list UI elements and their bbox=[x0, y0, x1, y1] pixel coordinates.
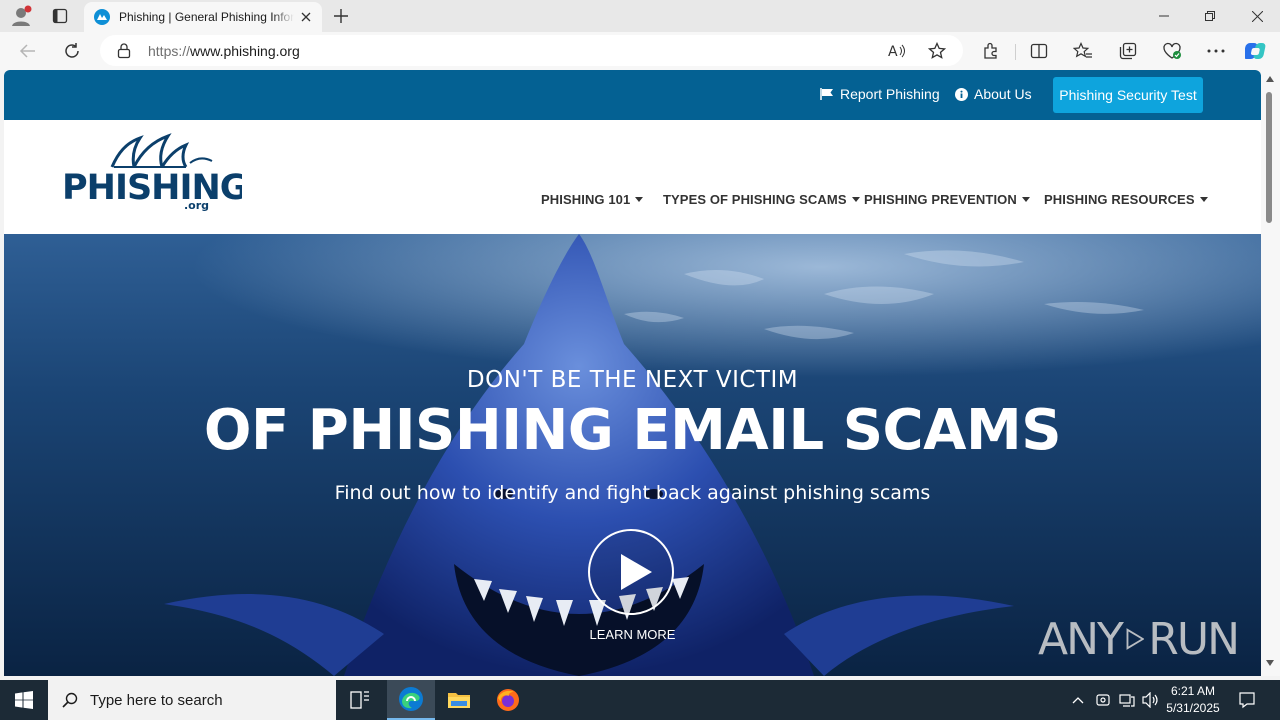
notifications-icon[interactable] bbox=[1237, 690, 1257, 710]
profile-icon[interactable] bbox=[9, 4, 33, 28]
task-view-icon bbox=[350, 691, 369, 709]
watermark-play-icon bbox=[1126, 628, 1145, 650]
close-icon bbox=[1251, 10, 1263, 22]
volume-icon[interactable] bbox=[1141, 690, 1161, 710]
back-arrow-icon bbox=[19, 44, 35, 58]
nav-label: PHISHING 101 bbox=[541, 192, 631, 207]
taskbar-search-box[interactable]: Type here to search bbox=[48, 680, 336, 720]
clock-date: 5/31/2025 bbox=[1166, 701, 1220, 715]
minimize-button[interactable] bbox=[1141, 0, 1187, 32]
folder-icon bbox=[448, 693, 470, 708]
caret-down-icon bbox=[851, 197, 860, 202]
split-screen-icon[interactable] bbox=[1027, 39, 1051, 63]
logo-wordmark: PHISHING bbox=[62, 168, 242, 208]
tab-strip: Phishing | General Phishing Information bbox=[0, 0, 1280, 32]
nav-label: PHISHING RESOURCES bbox=[1044, 192, 1195, 207]
clock-time: 6:21 AM bbox=[1170, 684, 1216, 698]
tab-title: Phishing | General Phishing Information bbox=[119, 10, 294, 24]
watermark-text-left: ANY bbox=[1038, 613, 1124, 665]
hero-headline: OF PHISHING EMAIL SCAMS bbox=[203, 398, 1062, 463]
report-phishing-link[interactable]: Report Phishing bbox=[820, 86, 940, 102]
site-favicon-icon bbox=[94, 9, 110, 25]
lock-icon[interactable] bbox=[117, 43, 131, 59]
scroll-up-icon[interactable] bbox=[1266, 76, 1274, 82]
refresh-icon bbox=[65, 43, 79, 58]
page-scrollbar[interactable] bbox=[1261, 70, 1280, 676]
taskbar-clock[interactable]: 6:21 AM 5/31/2025 bbox=[1160, 683, 1226, 717]
meet-now-icon[interactable] bbox=[1093, 690, 1113, 710]
anyrun-watermark: ANY RUN bbox=[1038, 607, 1240, 671]
new-tab-button[interactable] bbox=[330, 5, 352, 27]
site-header: PHISHING .org PHISHING 101 TYPES OF PHIS… bbox=[4, 120, 1261, 234]
hero-subline: Find out how to identify and fight back … bbox=[334, 482, 931, 504]
nav-types-of-phishing-scams[interactable]: TYPES OF PHISHING SCAMS bbox=[663, 192, 860, 207]
about-us-link[interactable]: About Us bbox=[955, 86, 1032, 102]
network-icon[interactable] bbox=[1117, 690, 1137, 710]
nav-phishing-prevention[interactable]: PHISHING PREVENTION bbox=[864, 192, 1030, 207]
task-view-button[interactable] bbox=[336, 680, 384, 720]
flag-icon bbox=[820, 88, 833, 100]
restore-icon bbox=[1205, 11, 1215, 21]
extensions-icon[interactable] bbox=[979, 39, 1003, 63]
page-viewport: Report Phishing About Us Phishing Securi… bbox=[4, 70, 1261, 676]
address-bar[interactable]: https://www.phishing.org A bbox=[100, 35, 963, 66]
nav-phishing-resources[interactable]: PHISHING RESOURCES bbox=[1044, 192, 1208, 207]
about-us-label: About Us bbox=[974, 86, 1032, 102]
scrollbar-thumb[interactable] bbox=[1266, 92, 1272, 223]
restore-button[interactable] bbox=[1187, 0, 1233, 32]
phishing-security-test-button[interactable]: Phishing Security Test bbox=[1053, 77, 1203, 113]
plus-icon bbox=[334, 9, 348, 23]
browser-toolbar: https://www.phishing.org A bbox=[0, 32, 1280, 70]
taskbar-file-explorer-app[interactable] bbox=[435, 680, 483, 720]
taskbar-firefox-app[interactable] bbox=[484, 680, 532, 720]
url-scheme: https:// bbox=[148, 43, 191, 59]
windows-taskbar: Type here to search 6:21 AM 5/31/2025 bbox=[0, 680, 1280, 720]
logo-tld: .org bbox=[184, 199, 209, 211]
collections-icon[interactable] bbox=[1116, 39, 1140, 63]
caret-down-icon bbox=[635, 197, 644, 202]
close-window-button[interactable] bbox=[1234, 0, 1280, 32]
url-text[interactable]: https://www.phishing.org bbox=[148, 43, 300, 59]
info-icon bbox=[955, 87, 968, 101]
back-button[interactable] bbox=[16, 39, 40, 63]
hero-banner: DON'T BE THE NEXT VICTIM OF PHISHING EMA… bbox=[4, 234, 1261, 676]
caret-down-icon bbox=[1199, 197, 1208, 202]
browser-essentials-icon[interactable] bbox=[1160, 39, 1184, 63]
show-hidden-icons-icon[interactable] bbox=[1068, 690, 1088, 710]
search-icon bbox=[62, 692, 78, 708]
tab-actions-icon[interactable] bbox=[48, 4, 72, 28]
taskbar-edge-app[interactable] bbox=[387, 680, 435, 720]
favorite-star-icon[interactable] bbox=[927, 41, 947, 61]
site-topbar: Report Phishing About Us Phishing Securi… bbox=[4, 70, 1261, 120]
url-host: www.phishing.org bbox=[190, 43, 300, 59]
nav-label: TYPES OF PHISHING SCAMS bbox=[663, 192, 847, 207]
report-phishing-label: Report Phishing bbox=[840, 86, 940, 102]
read-aloud-icon[interactable]: A bbox=[887, 41, 907, 61]
firefox-icon bbox=[497, 689, 519, 711]
search-placeholder: Type here to search bbox=[90, 691, 223, 709]
close-tab-icon[interactable] bbox=[298, 9, 314, 25]
watermark-text-right: RUN bbox=[1148, 613, 1240, 665]
edge-browser-icon bbox=[399, 687, 423, 711]
play-video-icon[interactable] bbox=[588, 529, 674, 615]
windows-logo-icon bbox=[15, 691, 33, 709]
phishing-org-logo[interactable]: PHISHING .org bbox=[62, 133, 242, 211]
caret-down-icon bbox=[1021, 197, 1030, 202]
more-options-icon[interactable] bbox=[1204, 39, 1228, 63]
nav-label: PHISHING PREVENTION bbox=[864, 192, 1017, 207]
svg-text:A: A bbox=[888, 44, 898, 59]
scroll-down-icon[interactable] bbox=[1266, 660, 1274, 666]
tab-active[interactable]: Phishing | General Phishing Information bbox=[84, 2, 322, 32]
minimize-icon bbox=[1159, 15, 1169, 17]
favorites-icon[interactable] bbox=[1071, 39, 1095, 63]
refresh-button[interactable] bbox=[60, 39, 84, 63]
hero-kicker: DON'T BE THE NEXT VICTIM bbox=[466, 367, 799, 393]
nav-phishing-101[interactable]: PHISHING 101 bbox=[541, 192, 644, 207]
start-button[interactable] bbox=[0, 680, 48, 720]
toolbar-divider bbox=[1015, 44, 1016, 60]
copilot-icon[interactable] bbox=[1245, 39, 1269, 63]
